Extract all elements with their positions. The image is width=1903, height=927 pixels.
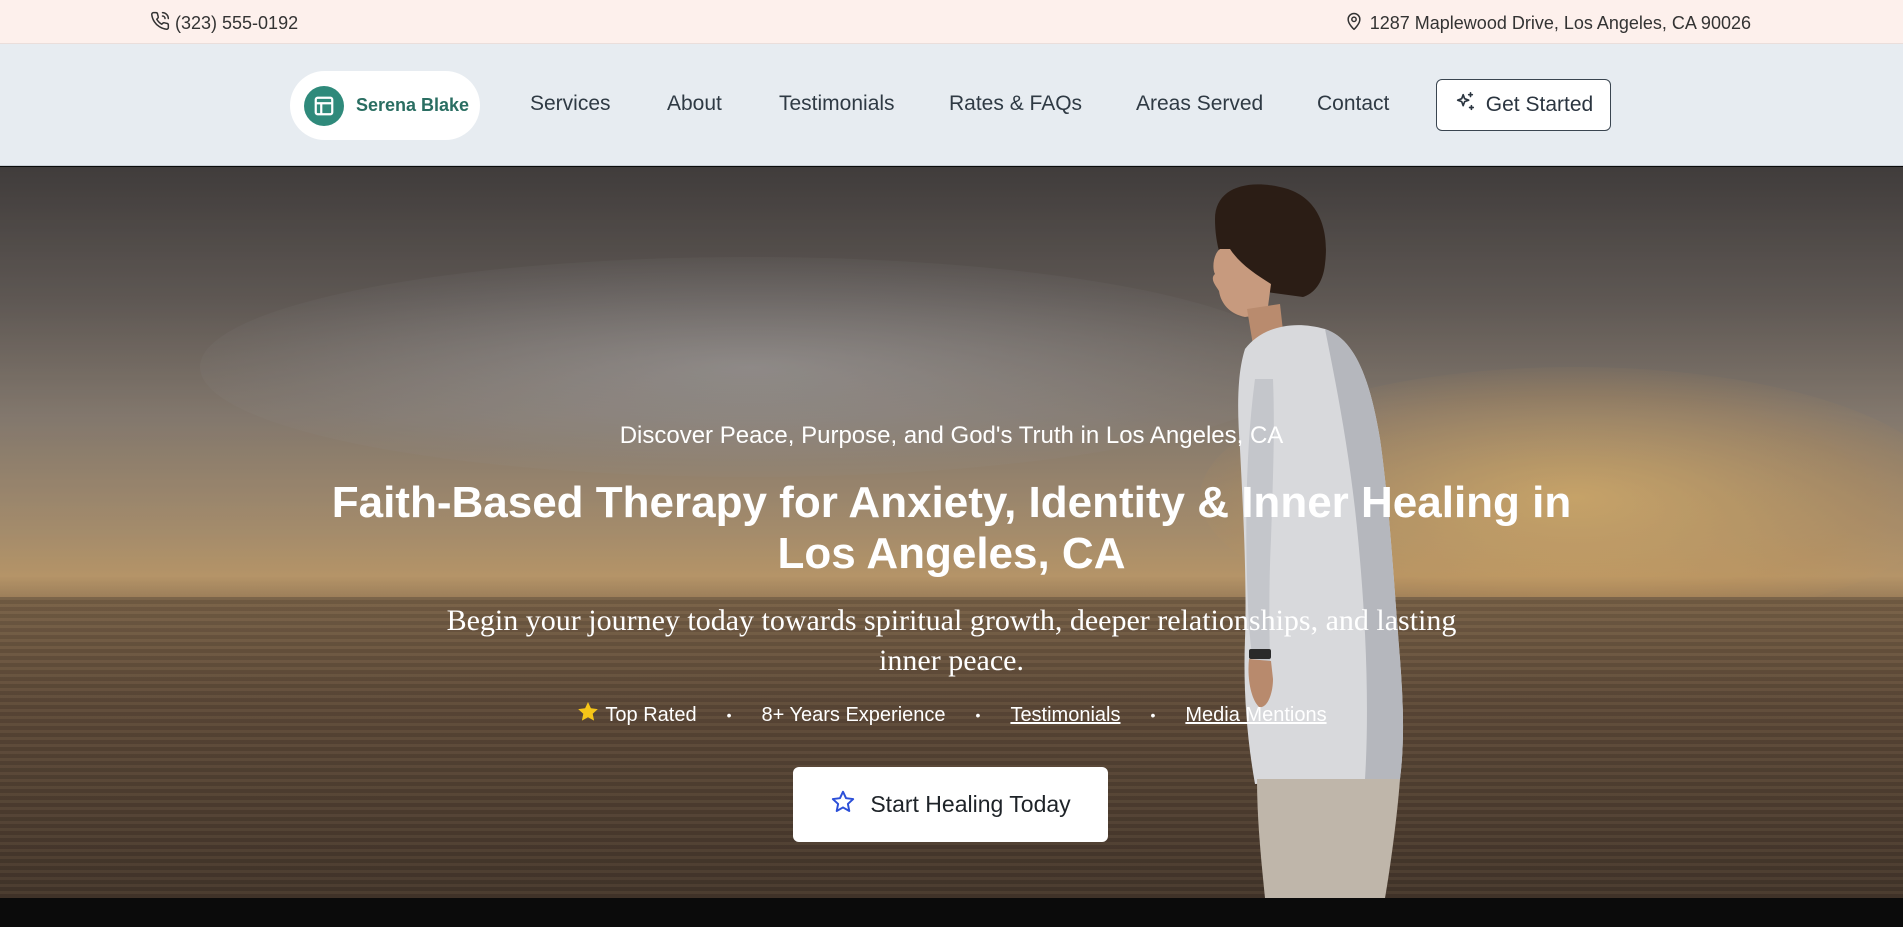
hero-content: Discover Peace, Purpose, and God's Truth… [0,167,1903,898]
nav-link-contact[interactable]: Contact [1317,92,1389,116]
nav-link-rates-faqs[interactable]: Rates & FAQs [949,92,1082,116]
trust-badges: Top Rated • 8+ Years Experience • Testim… [0,700,1903,730]
brand-logo-link[interactable]: Serena Blake [290,71,480,140]
badge-separator: • [975,707,981,723]
nav-link-testimonials[interactable]: Testimonials [779,92,895,116]
hero-headline: Faith-Based Therapy for Anxiety, Identit… [331,478,1572,578]
hero-section: Discover Peace, Purpose, and God's Truth… [0,167,1903,898]
nav-link-services[interactable]: Services [530,92,611,116]
badge-experience: 8+ Years Experience [761,703,946,726]
top-info-bar: (323) 555-0192 1287 Maplewood Drive, Los… [0,0,1903,44]
layout-icon [304,85,344,126]
hero-subheadline: Begin your journey today towards spiritu… [446,604,1457,677]
address-text: 1287 Maplewood Drive, Los Angeles, CA 90… [1369,13,1751,33]
nav-link-about[interactable]: About [667,92,722,116]
address-contact[interactable]: 1287 Maplewood Drive, Los Angeles, CA 90… [1344,11,1751,36]
sparkles-icon [1454,91,1476,119]
top-rated-label: Top Rated [605,703,697,726]
star-outline-icon [830,789,856,821]
badge-separator: • [1150,707,1156,723]
start-healing-label: Start Healing Today [870,791,1071,817]
brand-name: Serena Blake [356,95,470,115]
next-section-edge [0,898,1903,927]
media-mentions-link[interactable]: Media Mentions [1185,704,1326,727]
get-started-button[interactable]: Get Started [1436,79,1611,131]
testimonials-link[interactable]: Testimonials [1010,704,1120,727]
phone-contact[interactable]: (323) 555-0192 [150,11,298,36]
map-pin-icon [1344,11,1364,36]
get-started-label: Get Started [1485,93,1594,116]
main-navigation: Serena Blake Services About Testimonials… [0,44,1903,166]
phone-number: (323) 555-0192 [175,13,299,33]
phone-icon [150,11,170,36]
badge-top-rated: Top Rated [576,700,697,730]
star-filled-icon [576,700,600,730]
nav-link-areas-served[interactable]: Areas Served [1136,92,1263,116]
hero-tagline: Discover Peace, Purpose, and God's Truth… [619,422,1284,449]
badge-separator: • [726,707,732,723]
start-healing-button[interactable]: Start Healing Today [793,767,1108,842]
